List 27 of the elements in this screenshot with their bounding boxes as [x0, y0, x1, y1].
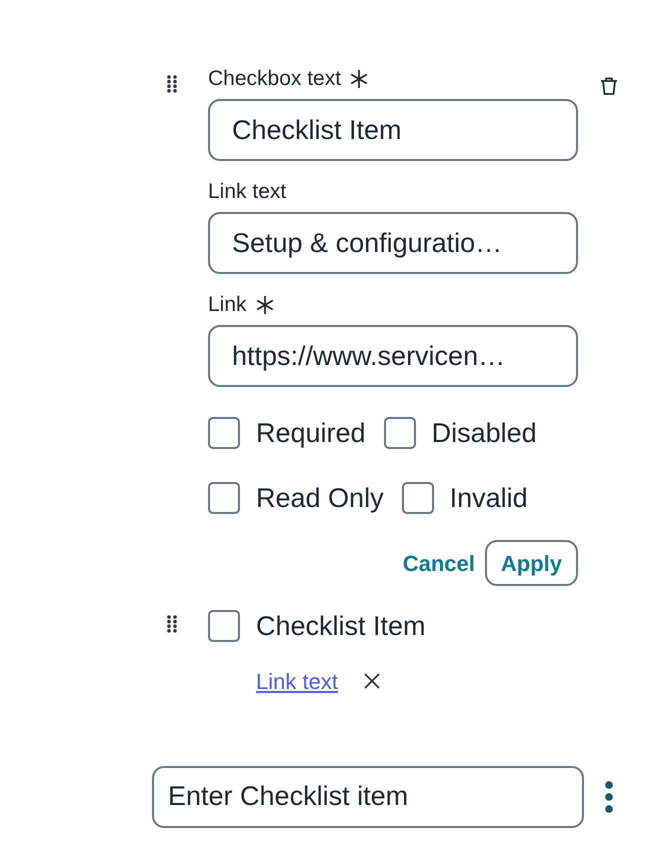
field-label: Link — [208, 292, 247, 318]
asterisk-icon — [349, 69, 370, 89]
link[interactable]: Link text — [256, 664, 338, 698]
field-label: Link text — [208, 179, 286, 206]
trash-icon[interactable] — [600, 76, 618, 96]
checkbox-label: Invalid — [450, 482, 528, 514]
text-field[interactable]: Checklist Item — [208, 99, 578, 161]
apply-button[interactable]: Apply — [484, 540, 578, 586]
field-label: Checkbox text — [208, 66, 342, 92]
new-item-field[interactable]: Enter Checklist item — [152, 766, 584, 828]
checkbox[interactable] — [208, 417, 240, 450]
close-icon[interactable] — [364, 673, 380, 689]
cancel-button[interactable]: Cancel — [400, 540, 477, 586]
item-label: Checklist Item — [256, 610, 426, 643]
checkbox[interactable] — [384, 417, 416, 450]
more-options-icon[interactable] — [604, 780, 614, 812]
checkbox[interactable] — [208, 482, 240, 514]
checkbox-label: Required — [256, 417, 366, 450]
checkbox[interactable] — [402, 482, 434, 514]
text-field[interactable]: https://www.servicen… — [208, 325, 578, 387]
asterisk-icon — [254, 295, 275, 315]
checkbox-label: Read Only — [256, 482, 384, 515]
drag-handle-icon[interactable] — [166, 614, 178, 634]
checkbox-label: Disabled — [432, 417, 537, 450]
text-field[interactable]: Setup & configuratio… — [208, 212, 578, 274]
drag-handle-icon[interactable] — [166, 74, 178, 94]
checkbox[interactable] — [208, 610, 240, 642]
